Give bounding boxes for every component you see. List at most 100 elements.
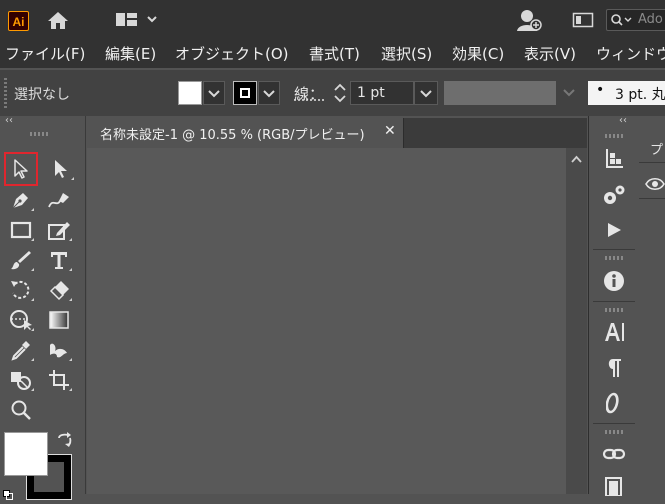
stroke-weight-value: 1 pt [357, 85, 385, 101]
puppet-warp-tool[interactable] [6, 306, 36, 334]
fill-dropdown[interactable] [203, 81, 225, 105]
document-tab-title: 名称未設定-1 @ 10.55 % (RGB/プレビュー) [100, 128, 365, 143]
selection-arrow-icon [14, 159, 28, 179]
scroll-up-icon[interactable] [570, 154, 583, 164]
properties-panel: プ [639, 116, 665, 494]
pen-tool[interactable] [6, 186, 36, 214]
paintbrush-tool[interactable] [6, 246, 36, 274]
collapse-panel-icon[interactable]: ‹‹ [5, 115, 13, 126]
eyedropper-tool[interactable] [6, 336, 36, 364]
eraser-tool[interactable] [44, 276, 74, 304]
stroke-weight-input[interactable]: 1 pt [350, 81, 414, 105]
arrange-documents-icon[interactable] [570, 8, 596, 32]
shape-builder-icon [11, 372, 31, 390]
dock-grip[interactable] [605, 308, 625, 312]
direct-selection-tool[interactable] [46, 155, 76, 183]
curvature-icon [48, 193, 69, 208]
dock-separator [593, 249, 635, 250]
home-icon[interactable] [44, 8, 72, 32]
rotate-tool[interactable] [6, 276, 36, 304]
character-panel-icon[interactable] [589, 318, 639, 346]
menu-window[interactable]: ウィンドウ [596, 43, 665, 64]
menu-select[interactable]: 選択(S) [381, 43, 432, 64]
close-tab-icon[interactable]: ✕ [384, 123, 396, 139]
links-panel-icon[interactable] [589, 440, 639, 468]
rotate-icon [11, 280, 30, 299]
dock-grip[interactable] [605, 430, 625, 434]
tools-panel: ‹‹ [0, 115, 86, 500]
actions-play-icon[interactable] [589, 216, 639, 244]
search-field[interactable]: Ado [606, 9, 665, 31]
menu-file[interactable]: ファイル(F) [5, 43, 85, 64]
opentype-panel-icon[interactable] [589, 389, 639, 417]
fill-color-swatch-front[interactable] [4, 432, 48, 476]
shaper-tool[interactable] [44, 216, 74, 244]
zoom-icon [11, 400, 31, 420]
stroke-stepper[interactable] [330, 81, 350, 105]
blend-tool[interactable] [44, 336, 74, 364]
curvature-tool[interactable] [44, 186, 74, 214]
tools-panel-grip[interactable] [30, 132, 50, 136]
variable-width-dropdown[interactable] [558, 81, 582, 105]
type-icon [51, 252, 67, 269]
swap-fill-stroke-icon[interactable] [56, 432, 74, 448]
brush-definition[interactable]: • 3 pt. 丸 [588, 81, 665, 105]
paintbrush-icon [11, 251, 31, 270]
dock-grip[interactable] [605, 134, 625, 138]
layers-panel-icon[interactable] [589, 144, 639, 172]
gradient-tool[interactable] [44, 306, 74, 334]
menu-type[interactable]: 書式(T) [309, 43, 360, 64]
zoom-tool[interactable] [6, 396, 36, 424]
stroke-weight-dropdown[interactable] [414, 81, 438, 105]
panel-tab[interactable]: プ [639, 134, 665, 163]
rectangle-icon [10, 221, 32, 239]
fill-swatch[interactable] [178, 81, 202, 105]
gradient-icon [49, 311, 69, 329]
stroke-swatch[interactable] [233, 81, 257, 105]
blend-icon [50, 343, 67, 358]
canvas[interactable] [87, 148, 587, 494]
menu-bar: ファイル(F) 編集(E) オブジェクト(O) 書式(T) 選択(S) 効果(C… [0, 40, 665, 68]
eraser-icon [49, 281, 69, 301]
menu-view[interactable]: 表示(V) [524, 43, 576, 64]
dock-grip[interactable] [605, 256, 625, 260]
chevron-down-icon [208, 90, 220, 98]
selection-tool[interactable] [4, 152, 38, 186]
eyedropper-icon [11, 341, 30, 361]
info-icon[interactable] [589, 267, 639, 295]
control-bar: 選択なし 線： 1 pt • 3 pt. 丸 [0, 70, 665, 116]
search-icon [611, 14, 632, 26]
pen-icon [12, 193, 28, 209]
direct-selection-arrow-icon [55, 160, 67, 178]
control-bar-grip[interactable] [4, 78, 7, 108]
title-bar: Ai Ado [0, 0, 665, 40]
visibility-eye-icon[interactable] [645, 176, 665, 195]
type-tool[interactable] [44, 246, 74, 274]
asset-export-icon[interactable] [589, 181, 639, 209]
shape-builder-tool[interactable] [6, 366, 36, 394]
app-logo: Ai [8, 11, 29, 31]
chevron-down-icon [563, 89, 575, 97]
artboards-panel-icon[interactable] [589, 472, 639, 500]
stroke-dropdown[interactable] [258, 81, 280, 105]
search-placeholder: Ado [638, 12, 663, 27]
stroke-label[interactable]: 線： [294, 83, 324, 104]
brush-label: 3 pt. 丸 [615, 87, 665, 103]
paragraph-panel-icon[interactable] [589, 354, 639, 382]
artboard-tool[interactable] [44, 366, 74, 394]
menu-edit[interactable]: 編集(E) [105, 43, 156, 64]
user-add-icon[interactable] [514, 8, 544, 32]
dock-separator [593, 301, 635, 302]
chevron-down-icon [263, 90, 275, 98]
document-tab[interactable]: 名称未設定-1 @ 10.55 % (RGB/プレビュー) ✕ [87, 118, 404, 148]
variable-width-profile[interactable] [444, 81, 556, 105]
vertical-scrollbar[interactable] [566, 148, 587, 494]
chevron-down-icon [420, 90, 432, 98]
rectangle-tool[interactable] [6, 216, 36, 244]
expand-panels-icon[interactable]: ‹‹ [619, 115, 627, 126]
menu-object[interactable]: オブジェクト(O) [175, 43, 289, 64]
menu-effect[interactable]: 効果(C) [452, 43, 504, 64]
selection-status: 選択なし [14, 87, 70, 103]
workspace-switcher-icon[interactable] [114, 8, 160, 32]
panel-divider [639, 198, 665, 199]
